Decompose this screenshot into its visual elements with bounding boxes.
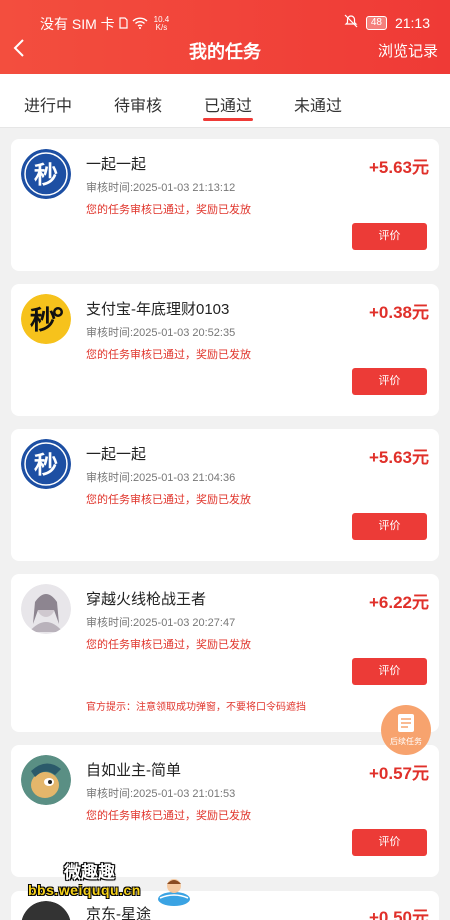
miao-blue-logo-icon: 秒 (21, 439, 71, 489)
carrier-text: 没有 SIM 卡 (40, 16, 115, 32)
watermark-title: 微趣趣 (64, 863, 115, 882)
miao-blue-logo-icon: 秒 (21, 149, 71, 199)
character-avatar-icon (21, 755, 71, 805)
task-card[interactable]: 秒 一起一起 +5.63元 审核时间:2025-01-03 21:04:36 您… (11, 429, 439, 561)
official-tip: 官方提示：注意领取成功弹窗，不要将口令码遮挡 (86, 702, 306, 713)
review-time: 审核时间:2025-01-03 21:04:36 (86, 472, 236, 484)
review-status: 您的任务审核已通过，奖励已发放 (86, 204, 251, 216)
task-reward: +0.57元 (368, 764, 429, 783)
tab-approved[interactable]: 已通过 (204, 92, 252, 116)
rate-button[interactable]: 评价 (352, 513, 427, 540)
review-status: 您的任务审核已通过，奖励已发放 (86, 349, 251, 361)
review-status: 您的任务审核已通过，奖励已发放 (86, 494, 251, 506)
app-header: 没有 SIM 卡 10.4 K/s 48 21:13 我的任务 浏览记录 (0, 0, 450, 74)
game-avatar-icon (21, 584, 71, 634)
history-link[interactable]: 浏览记录 (378, 40, 438, 61)
task-name: 穿越火线枪战王者 (86, 591, 207, 608)
battery-indicator: 48 (365, 15, 387, 30)
task-reward: +0.38元 (368, 303, 429, 322)
task-name: 一起一起 (86, 156, 147, 173)
rate-button[interactable]: 评价 (352, 223, 427, 250)
task-reward: +6.22元 (368, 593, 429, 612)
swimmer-icon (156, 874, 192, 913)
task-list-icon (397, 713, 415, 733)
review-status: 您的任务审核已通过，奖励已发放 (86, 810, 251, 822)
review-status: 您的任务审核已通过，奖励已发放 (86, 639, 251, 651)
task-card[interactable]: 秒 支付宝-年底理财0103 +0.38元 审核时间:2025-01-03 20… (11, 284, 439, 416)
svg-text:秒: 秒 (34, 161, 58, 189)
review-time: 审核时间:2025-01-03 21:13:12 (86, 182, 236, 194)
rate-button[interactable]: 评价 (352, 829, 427, 856)
wifi-icon (132, 16, 148, 32)
status-bar: 没有 SIM 卡 10.4 K/s 48 21:13 (0, 6, 450, 34)
sim-icon (119, 16, 128, 32)
tab-pending-review[interactable]: 待审核 (114, 92, 162, 116)
task-card[interactable]: 穿越火线枪战王者 +6.22元 审核时间:2025-01-03 20:27:47… (11, 574, 439, 732)
review-time: 审核时间:2025-01-03 20:52:35 (86, 327, 236, 339)
task-reward: +0.50元 (368, 908, 429, 920)
task-reward: +5.63元 (368, 158, 429, 177)
miao-yellow-logo-icon: 秒 (21, 294, 71, 344)
task-reward: +5.63元 (368, 448, 429, 467)
task-name: 一起一起 (86, 446, 147, 463)
task-name: 支付宝-年底理财0103 (86, 301, 230, 318)
tab-bar: 进行中 待审核 已通过 未通过 (0, 74, 450, 128)
task-name: 自如业主-简单 (86, 762, 181, 779)
site-watermark: 微趣趣 bbs.weiququ.cn (28, 854, 198, 914)
tab-in-progress[interactable]: 进行中 (24, 92, 72, 116)
mute-icon (344, 14, 358, 31)
follow-up-task-button[interactable]: 后续任务 (381, 705, 431, 755)
rate-button[interactable]: 评价 (352, 368, 427, 395)
tab-rejected[interactable]: 未通过 (294, 92, 342, 116)
svg-text:秒: 秒 (30, 306, 56, 336)
rate-button[interactable]: 评价 (352, 658, 427, 685)
task-card[interactable]: 秒 一起一起 +5.63元 审核时间:2025-01-03 21:13:12 您… (11, 139, 439, 271)
clock-text: 21:13 (394, 14, 430, 31)
svg-text:秒: 秒 (34, 451, 58, 479)
fab-label: 后续任务 (390, 737, 422, 746)
active-tab-indicator (203, 118, 253, 121)
network-speed: 10.4 K/s (153, 15, 170, 32)
review-time: 审核时间:2025-01-03 21:01:53 (86, 788, 236, 800)
review-time: 审核时间:2025-01-03 20:27:47 (86, 617, 236, 629)
watermark-url: bbs.weiququ.cn (28, 882, 141, 898)
